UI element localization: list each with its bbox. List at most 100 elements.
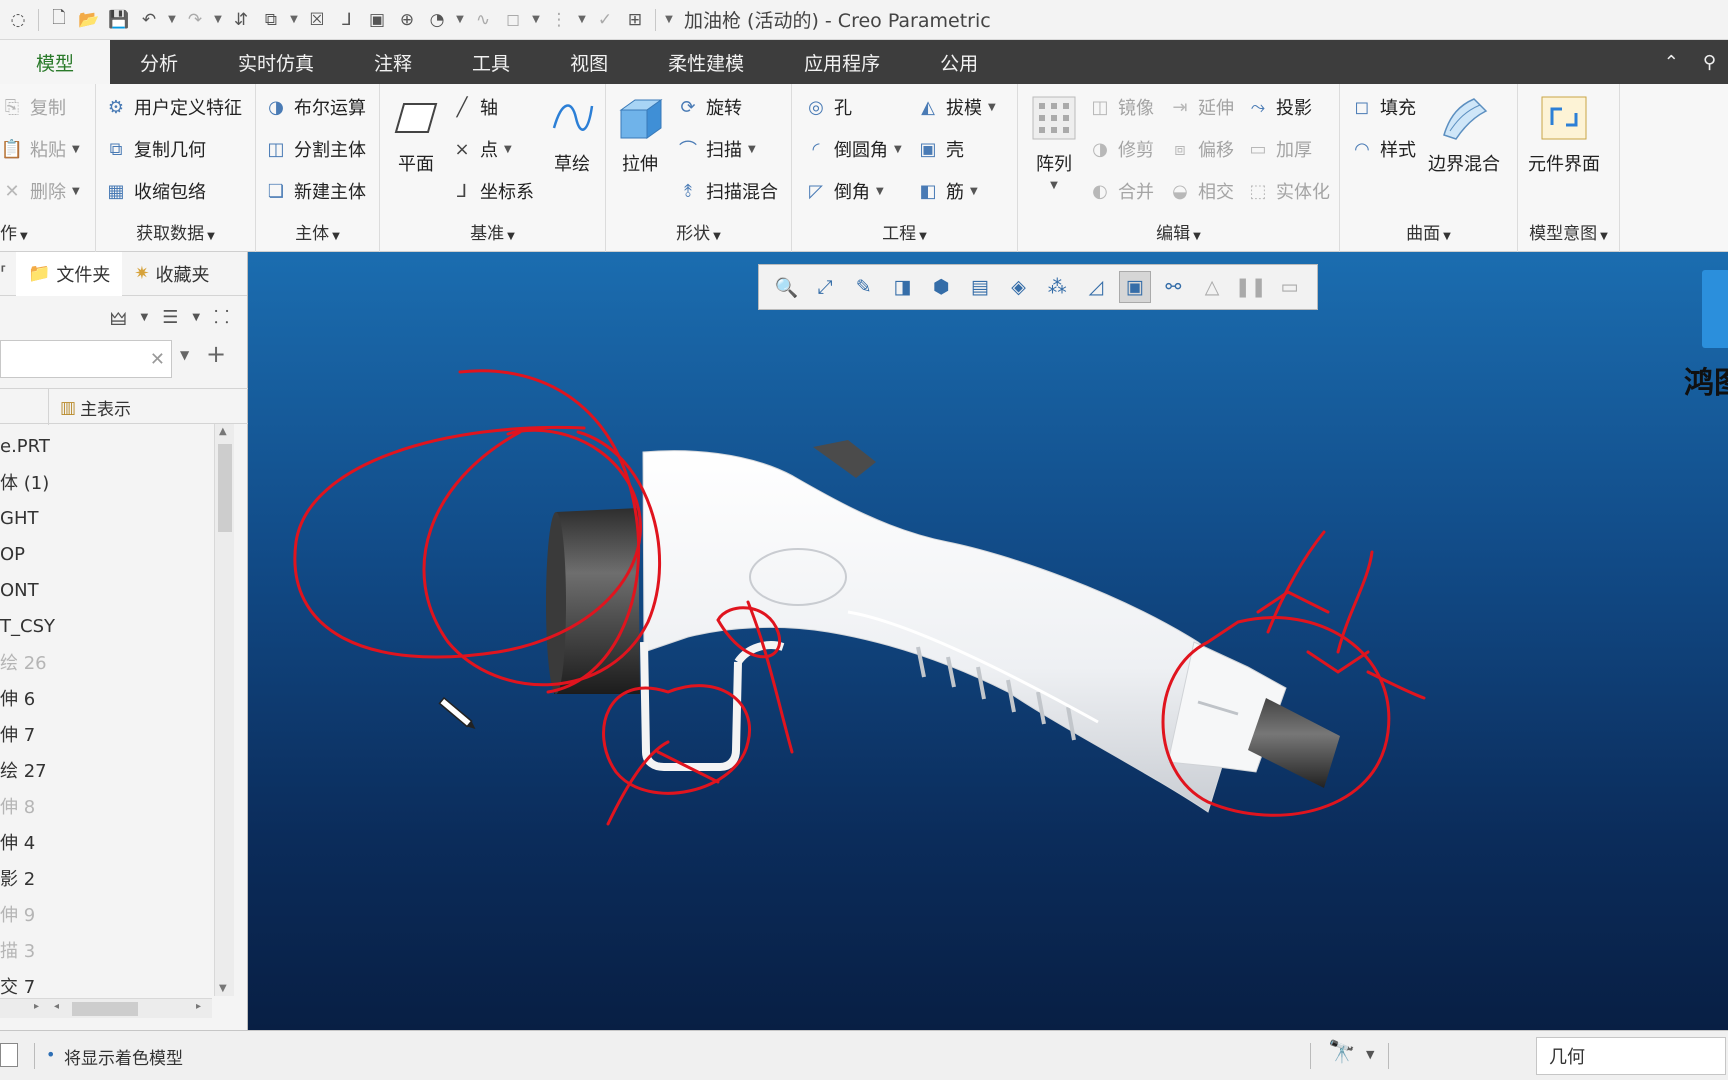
tab-folder[interactable]: 📁 文件夹 [16,251,123,296]
datum-display-filter-icon[interactable]: ⁂ [1041,271,1073,303]
tree-item[interactable]: 伸 4 [0,824,212,860]
pause-icon[interactable]: ❚❚ [1235,271,1267,303]
tree-item[interactable]: 伸 9 [0,896,212,932]
group-label-shapes[interactable]: 形状 ▼ [606,219,791,244]
tree-item[interactable]: ONT [0,572,212,608]
scroll-right-small-icon[interactable]: ▸ [34,1001,39,1012]
appearance-icon[interactable]: △ [1196,271,1228,303]
search-dropdown-icon[interactable]: ▼ [180,348,189,362]
curve-icon[interactable]: ∿ [469,6,497,34]
refit-icon[interactable]: ⤢ [809,271,841,303]
group-label-model-intent[interactable]: 模型意图 ▼ [1518,219,1619,244]
tab-tools[interactable]: 工具 [442,40,540,84]
revolve-button[interactable]: ⟳ 旋转 [676,92,742,122]
tab-live-simulation[interactable]: 实时仿真 [208,40,344,84]
graphics-window[interactable]: 🔍 ⤢ ✎ ◨ ⬢ ▤ ◈ ⁂ ◿ ▣ ⚯ △ ❚❚ ▭ 鸿图 [248,252,1728,1030]
scroll-left-icon[interactable]: ◂ [54,1001,59,1012]
copy-geometry-button[interactable]: ⧉ 复制几何 [104,134,206,164]
find-icon[interactable]: 🔭 [1328,1040,1355,1065]
point-button[interactable]: × 点 ▼ [450,134,511,164]
chamfer-button[interactable]: ◸ 倒角 ▼ [804,176,884,206]
scroll-right-icon[interactable]: ▸ [196,1001,201,1012]
front-nozzle[interactable] [546,508,640,694]
new-body-button[interactable]: ❏ 新建主体 [264,176,366,206]
round-button[interactable]: ◜ 倒圆角 ▼ [804,134,902,164]
more-dropdown-icon[interactable]: ▼ [575,14,589,25]
tree-search-input[interactable]: ✕ [0,340,172,378]
offset-button[interactable]: ⧈ 偏移 [1168,134,1234,164]
tree-item[interactable]: GHT [0,500,212,536]
tree-vertical-scrollbar[interactable]: ▲ ▼ [214,424,234,996]
plane-button[interactable]: 平面 [392,94,440,176]
pattern-button[interactable]: 阵列 ▼ [1030,94,1078,191]
tab-view[interactable]: 视图 [540,40,638,84]
scroll-up-icon[interactable]: ▲ [219,426,227,437]
tab-annotate[interactable]: 注释 [344,40,442,84]
tab-public[interactable]: 公用 [910,40,1008,84]
fill-button[interactable]: ◻ 填充 [1350,92,1416,122]
more-icon[interactable]: ⋮ [545,6,573,34]
sketch-button[interactable]: 草绘 [548,94,596,176]
tree-item[interactable]: 影 2 [0,860,212,896]
tree-item[interactable]: 描 3 [0,932,212,968]
fit-icon[interactable]: ⊞ [621,6,649,34]
datum-display-icon[interactable]: ⊕ [393,6,421,34]
style-button[interactable]: ◠ 样式 [1350,134,1416,164]
display-style-icon[interactable]: ⬢ [925,271,957,303]
tree-item[interactable]: 伸 8 [0,788,212,824]
sweep-button[interactable]: ⌒ 扫描 ▼ [676,134,756,164]
model-canvas[interactable] [248,252,1728,1030]
group-label-engineering[interactable]: 工程 ▼ [792,219,1017,244]
scroll-down-icon[interactable]: ▼ [219,983,227,994]
extend-button[interactable]: ⇥ 延伸 [1168,92,1234,122]
tab-flexible-modeling[interactable]: 柔性建模 [638,40,774,84]
pattern-dropdown-icon[interactable]: ▼ [1050,180,1058,191]
axis-button[interactable]: ╱ 轴 [450,92,498,122]
csys-icon[interactable]: ⅃ [333,6,361,34]
customize-dropdown-icon[interactable]: ▼ [662,14,676,25]
redo-icon[interactable]: ↷ [181,6,209,34]
select-icon[interactable]: ◔ [423,6,451,34]
extrude-button[interactable]: 拉伸 [616,94,664,176]
tree-horizontal-scrollbar[interactable]: ▸ ◂ ▸ [0,998,212,1018]
boundary-blend-button[interactable]: 边界混合 [1428,94,1500,176]
group-label-datum[interactable]: 基准 ▼ [380,219,605,244]
tab-model[interactable]: 模型 [0,40,110,84]
toggle-navigator-icon[interactable] [0,1043,18,1067]
tree-item[interactable]: 绘 27 [0,752,212,788]
tree-item[interactable]: 伸 7 [0,716,212,752]
selection-filter[interactable]: 几何 [1536,1037,1726,1075]
undo-dropdown-icon[interactable]: ▼ [165,14,179,25]
tab-model-tree[interactable]: ⸢ [0,252,16,296]
tree-item[interactable]: T_CSY [0,608,212,644]
boolean-operations-button[interactable]: ◑ 布尔运算 [264,92,366,122]
show-icon[interactable]: ☰ [162,307,178,328]
paste-button[interactable]: 📋 粘贴 ▼ [0,134,80,164]
mirror-button[interactable]: ◫ 镜像 [1088,92,1154,122]
csys-button[interactable]: ⅃ 坐标系 [450,176,534,206]
tree-item[interactable]: 伸 6 [0,680,212,716]
tree-item[interactable]: 体 (1) [0,464,212,500]
tree-item[interactable]: 绘 26 [0,644,212,680]
swept-blend-button[interactable]: ⥉ 扫描混合 [676,176,778,206]
menu-icon[interactable]: ◌ [4,6,32,34]
view-manager-icon[interactable]: ▤ [964,271,996,303]
open-file-icon[interactable]: 📂 [75,6,103,34]
clear-icon[interactable]: ✕ [150,349,165,370]
group-label-get-data[interactable]: 获取数据 ▼ [96,219,255,244]
group-label-body[interactable]: 主体 ▼ [256,219,379,244]
new-file-icon[interactable]: 🗋 [45,6,73,34]
annotation-display-icon[interactable]: ◿ [1080,271,1112,303]
show-dropdown-icon[interactable]: ▼ [192,312,200,323]
draft-button[interactable]: ◭ 拔模 ▼ [916,92,996,122]
intersect-button[interactable]: ◒ 相交 [1168,176,1234,206]
collapse-ribbon-icon[interactable]: ⌃ [1664,52,1679,73]
shell-button[interactable]: ▣ 壳 [916,134,964,164]
settings-icon[interactable]: 🜲 [110,299,126,336]
tree-filter-icon[interactable]: ⸬ [214,305,229,329]
perspective-icon[interactable]: ◈ [1003,271,1035,303]
select-dropdown-icon[interactable]: ▼ [453,14,467,25]
windows-dropdown-icon[interactable]: ▼ [287,14,301,25]
h-scroll-thumb[interactable] [72,1002,138,1016]
regenerate-icon[interactable]: ⇵ [227,6,255,34]
